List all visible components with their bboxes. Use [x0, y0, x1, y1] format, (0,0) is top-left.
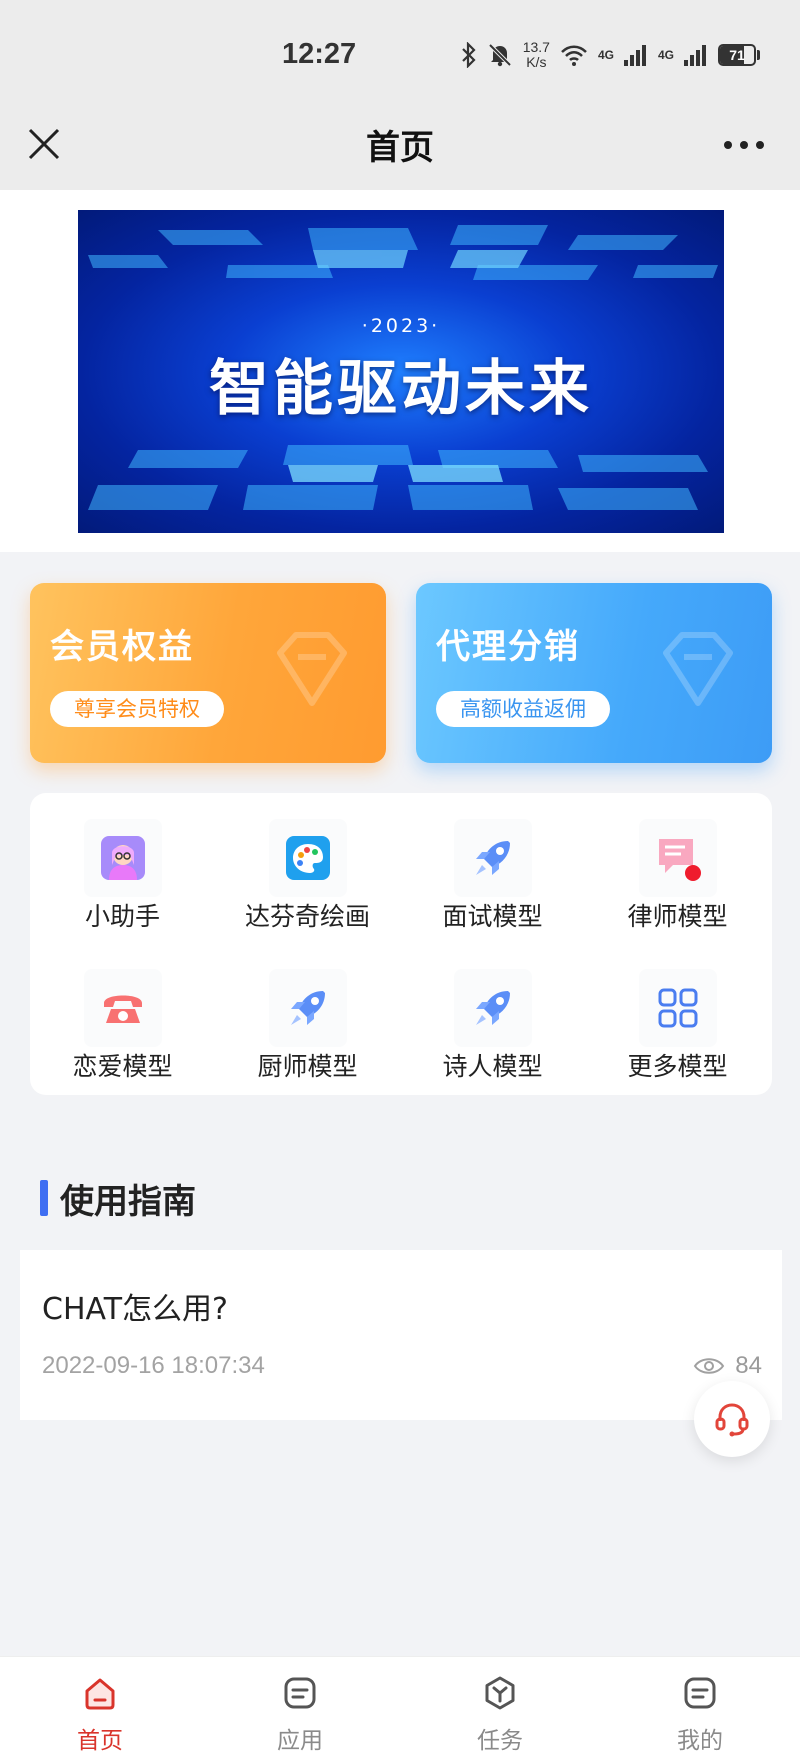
rocket-icon [476, 841, 510, 875]
eye-icon [694, 1358, 725, 1374]
speed-value: 13.7 [522, 39, 550, 55]
grid-item-more[interactable]: 更多模型 [585, 955, 770, 1095]
grid-item-chef[interactable]: 厨师模型 [215, 955, 400, 1095]
agent-title: 代理分销 [436, 627, 580, 667]
network-speed: 13.7 K/s [523, 40, 550, 70]
home-icon [85, 1678, 115, 1710]
model-grid: 小助手 达芬奇绘画 面试模型 律师模型 恋爱模型 厨师模型 诗人模型 更多模型 [30, 793, 772, 1095]
guide-header: 使用指南 [40, 1178, 196, 1222]
grid-item-davinci[interactable]: 达芬奇绘画 [215, 805, 400, 945]
guide-accent-bar [40, 1180, 48, 1216]
article-title: CHAT怎么用? [42, 1292, 228, 1327]
grid-item-interview[interactable]: 面试模型 [400, 805, 585, 945]
assistant-avatar-icon [101, 836, 145, 880]
tab-label: 首页 [77, 1728, 123, 1754]
membership-card[interactable]: 会员权益 尊享会员特权 [30, 583, 386, 763]
nav-bar: 首页 [0, 100, 800, 190]
network-type-1: 4G [597, 48, 614, 62]
grid-item-lawyer[interactable]: 律师模型 [585, 805, 770, 945]
diamond-icon [663, 632, 733, 706]
rocket-icon [476, 991, 510, 1025]
banner-image[interactable]: ·2023· 智能驱动未来 [78, 210, 724, 533]
grid-item-label: 更多模型 [627, 1052, 728, 1081]
tab-home[interactable]: 首页 [0, 1657, 200, 1760]
grid-item-poet[interactable]: 诗人模型 [400, 955, 585, 1095]
more-icon[interactable] [722, 130, 766, 160]
wifi-icon [561, 45, 587, 66]
banner-section: ·2023· 智能驱动未来 [0, 190, 800, 552]
apps-icon [284, 1677, 316, 1709]
tab-tasks[interactable]: 任务 [400, 1657, 600, 1760]
grid-item-label: 诗人模型 [442, 1052, 543, 1081]
tab-apps[interactable]: 应用 [200, 1657, 400, 1760]
diamond-icon [277, 632, 347, 706]
tab-label: 任务 [477, 1728, 523, 1754]
membership-pill[interactable]: 尊享会员特权 [50, 691, 224, 727]
status-bar: 12:27 13.7 K/s 4G 4G 71 [0, 0, 800, 100]
bottom-tab-bar: 首页 应用 任务 我的 [0, 1656, 800, 1760]
view-count: 84 [735, 1352, 762, 1379]
article-date: 2022-09-16 18:07:34 [42, 1352, 265, 1379]
battery-icon: 71 [718, 44, 760, 66]
grid-item-label: 小助手 [84, 902, 160, 931]
grid-item-assistant[interactable]: 小助手 [30, 805, 215, 945]
agent-pill[interactable]: 高额收益返佣 [436, 691, 610, 727]
tab-label: 应用 [277, 1728, 323, 1754]
agent-card[interactable]: 代理分销 高额收益返佣 [416, 583, 772, 763]
mute-bell-icon [488, 43, 512, 67]
rocket-icon [291, 991, 325, 1025]
status-time: 12:27 [282, 38, 357, 70]
signal-icon [623, 45, 646, 66]
profile-icon [684, 1677, 716, 1709]
network-type-2: 4G [657, 48, 674, 62]
signal-icon [684, 45, 706, 66]
bluetooth-icon [461, 42, 476, 68]
grid-item-love[interactable]: 恋爱模型 [30, 955, 215, 1095]
headset-icon [715, 1403, 749, 1437]
status-icons: 13.7 K/s 4G 4G 71 [461, 40, 760, 70]
chat-document-icon [659, 839, 701, 881]
speed-unit: K/s [526, 54, 547, 70]
grid-item-label: 达芬奇绘画 [244, 902, 370, 931]
tab-profile[interactable]: 我的 [600, 1657, 800, 1760]
membership-title: 会员权益 [50, 627, 194, 667]
banner-year: ·2023· [361, 315, 441, 337]
grid-item-label: 厨师模型 [257, 1052, 358, 1081]
customer-service-button[interactable] [694, 1381, 770, 1457]
grid-icon [658, 988, 698, 1028]
palette-icon [286, 836, 330, 880]
grid-item-label: 恋爱模型 [72, 1052, 173, 1081]
task-icon [485, 1676, 515, 1710]
banner-headline: 智能驱动未来 [209, 354, 593, 424]
article-item[interactable]: CHAT怎么用? 2022-09-16 18:07:34 84 [20, 1250, 782, 1420]
tab-label: 我的 [677, 1728, 723, 1754]
article-views: 84 [693, 1352, 762, 1380]
grid-item-label: 律师模型 [627, 902, 728, 931]
guide-title: 使用指南 [60, 1181, 196, 1222]
grid-item-label: 面试模型 [442, 902, 543, 931]
phone-icon [104, 995, 142, 1023]
page-title: 首页 [366, 128, 434, 168]
battery-percent: 71 [729, 47, 745, 63]
